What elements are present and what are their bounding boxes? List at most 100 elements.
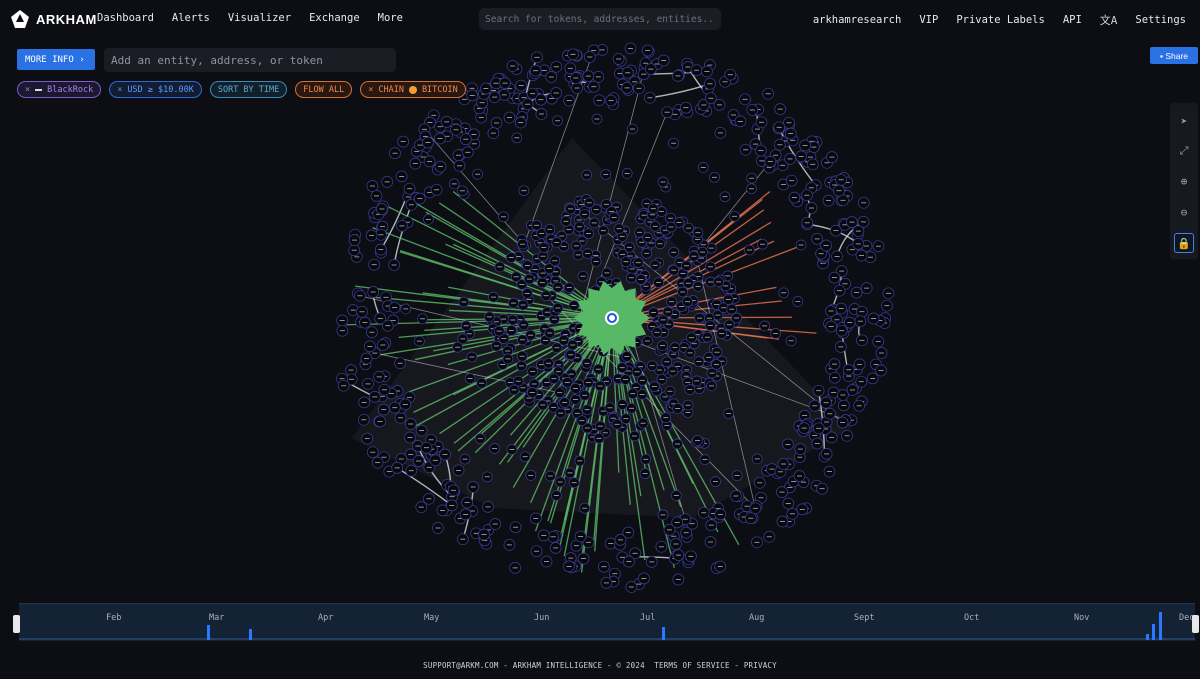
node-label-mark — [629, 268, 635, 270]
filter-chip-entity[interactable]: × BlackRock — [17, 81, 102, 98]
node-label-mark — [840, 199, 846, 201]
node-label-mark — [823, 245, 829, 246]
node-label-mark — [540, 272, 546, 274]
zoom-in-icon[interactable]: ⊕ — [1174, 171, 1194, 191]
node-label-mark — [408, 454, 414, 455]
node-label-mark — [554, 347, 560, 349]
entity-search-input[interactable] — [104, 48, 396, 72]
node-label-mark — [649, 214, 655, 216]
node-label-mark — [522, 456, 528, 458]
node-label-mark — [757, 482, 763, 484]
node-label-mark — [501, 338, 507, 339]
node-label-mark — [630, 128, 635, 130]
filter-chip-label: FLOW ALL — [303, 84, 345, 95]
filter-chip-chain[interactable]: × CHAIN BITCOIN — [360, 81, 466, 98]
node-label-mark — [541, 247, 547, 248]
remove-icon[interactable]: × — [25, 85, 30, 95]
node-label-mark — [675, 554, 681, 556]
node-label-mark — [463, 325, 469, 327]
nav-username[interactable]: arkhamresearch — [813, 14, 902, 26]
node-label-mark — [526, 278, 532, 280]
node-label-mark — [707, 64, 713, 66]
node-label-mark — [538, 99, 544, 101]
timeline-start-handle[interactable] — [13, 615, 20, 633]
node-label-mark — [675, 75, 681, 77]
node-label-mark — [623, 261, 629, 263]
support-email-link[interactable]: SUPPORT@ARKM.COM — [423, 661, 498, 670]
node-label-mark — [416, 460, 422, 462]
node-label-mark — [838, 308, 844, 309]
node-label-mark — [879, 352, 884, 354]
node-label-mark — [709, 385, 714, 387]
node-label-mark — [640, 422, 646, 424]
node-label-mark — [567, 472, 573, 474]
node-label-mark — [575, 254, 581, 256]
node-label-mark — [570, 53, 576, 55]
node-label-mark — [555, 120, 560, 122]
node-label-mark — [837, 290, 842, 292]
fit-icon[interactable]: ⤢ — [1174, 141, 1194, 161]
node-label-mark — [559, 235, 565, 237]
node-label-mark — [846, 369, 852, 371]
timeline-end-handle[interactable] — [1192, 615, 1199, 633]
node-label-mark — [507, 382, 513, 383]
nav-dashboard[interactable]: Dashboard — [97, 12, 154, 24]
remove-icon[interactable]: × — [117, 85, 122, 95]
filter-chip-usd[interactable]: × USD ≥ $10.00K — [109, 81, 202, 98]
node-label-mark — [378, 249, 384, 250]
zoom-out-icon[interactable]: ⊖ — [1174, 202, 1194, 222]
terms-link[interactable]: TERMS OF SERVICE — [654, 661, 729, 670]
share-button[interactable]: ▪ Share — [1150, 47, 1198, 64]
node-label-mark — [695, 239, 701, 240]
node-label-mark — [660, 514, 666, 516]
node-label-mark — [459, 190, 465, 192]
flow-graph[interactable] — [0, 30, 1200, 600]
node-label-mark — [816, 390, 822, 392]
bitcoin-icon — [408, 85, 417, 94]
node-label-mark — [520, 387, 526, 389]
node-label-mark — [377, 421, 383, 422]
node-label-mark — [390, 320, 396, 321]
node-label-mark — [876, 245, 881, 247]
nav-alerts[interactable]: Alerts — [172, 12, 210, 24]
flow-all-chip[interactable]: FLOW ALL — [295, 81, 353, 98]
node-label-mark — [716, 281, 722, 283]
node-label-mark — [777, 144, 783, 146]
node-label-mark — [521, 324, 527, 326]
sort-by-time-chip[interactable]: SORT BY TIME — [209, 81, 288, 98]
node-label-mark — [687, 389, 693, 390]
nav-private-labels[interactable]: Private Labels — [956, 14, 1045, 26]
node-label-mark — [467, 378, 473, 379]
node-label-mark — [586, 233, 591, 234]
node-label-mark — [551, 407, 557, 408]
node-label-mark — [507, 117, 512, 118]
remove-icon[interactable]: × — [368, 85, 373, 95]
translate-icon[interactable]: 文A — [1100, 12, 1118, 28]
lock-icon[interactable]: 🔒 — [1174, 233, 1194, 253]
nav-settings[interactable]: Settings — [1135, 14, 1186, 26]
filter-chip-value: BITCOIN — [421, 84, 458, 95]
more-info-button[interactable]: MORE INFO › — [17, 49, 95, 70]
node-label-mark — [529, 392, 535, 393]
node-label-mark — [566, 100, 572, 101]
node-label-mark — [530, 93, 536, 95]
nav-api[interactable]: API — [1063, 14, 1082, 26]
global-search-input[interactable] — [479, 8, 721, 30]
brand-logo[interactable]: ARKHAM — [10, 9, 97, 29]
timeline-bar[interactable]: Feb Mar Apr May Jun Jul Aug Sept Oct Nov… — [19, 603, 1195, 641]
nav-visualizer[interactable]: Visualizer — [228, 12, 291, 24]
node-label-mark — [727, 74, 733, 76]
nav-more[interactable]: More — [378, 12, 403, 24]
node-label-mark — [816, 427, 822, 429]
nav-vip[interactable]: VIP — [919, 14, 938, 26]
node-label-mark — [554, 242, 560, 243]
node-label-mark — [382, 389, 387, 391]
pointer-icon[interactable]: ➤ — [1174, 111, 1194, 131]
node-label-mark — [798, 156, 804, 157]
node-label-mark — [633, 387, 639, 388]
node-label-mark — [397, 362, 403, 364]
privacy-link[interactable]: PRIVACY — [744, 661, 777, 670]
nav-exchange[interactable]: Exchange — [309, 12, 360, 24]
node-label-mark — [780, 521, 785, 522]
node-label-mark — [608, 543, 614, 544]
